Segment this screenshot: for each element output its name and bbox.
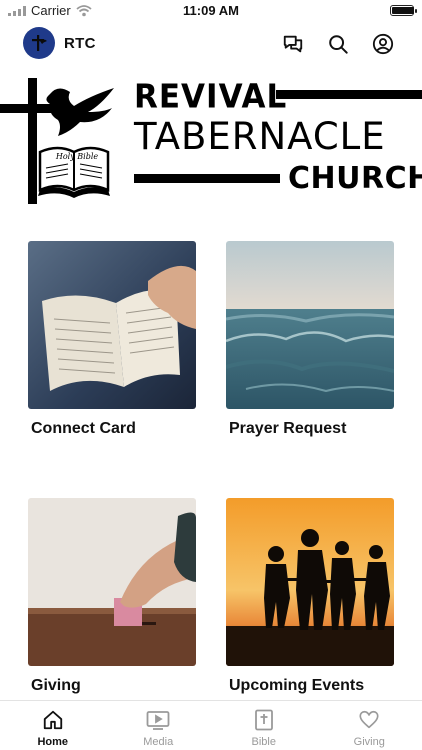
tile-prayer-request[interactable]: Prayer Request	[226, 241, 394, 438]
messages-button[interactable]	[280, 31, 306, 57]
battery-level	[392, 7, 414, 14]
battery-icon	[390, 5, 417, 16]
logo-word-tabernacle: TABERNACLE	[134, 115, 386, 158]
church-logo-banner: Holy Bible REVIVAL TABERNACLE CHURCH	[0, 78, 422, 204]
app-title: RTC	[64, 35, 96, 52]
bottom-tab-bar: Home Media Bible Giving	[0, 700, 422, 750]
chat-icon	[283, 35, 303, 53]
tab-bible[interactable]: Bible	[211, 701, 317, 750]
logo-word-revival: REVIVAL	[134, 78, 288, 116]
app-logo-avatar[interactable]	[23, 27, 55, 59]
search-button[interactable]	[325, 31, 351, 57]
cross-dove-bible-emblem	[0, 78, 114, 204]
tab-label: Media	[143, 736, 174, 748]
tile-label: Connect Card	[31, 420, 136, 437]
tab-home[interactable]: Home	[0, 701, 106, 750]
play-icon	[146, 711, 170, 730]
status-bar: Carrier 11:09 AM	[0, 0, 422, 22]
logo-divider-top	[276, 90, 422, 99]
search-icon	[329, 35, 348, 54]
logo-word-church: CHURCH	[288, 161, 422, 196]
tile-giving[interactable]: Giving	[28, 498, 196, 695]
app-header: RTC	[0, 24, 422, 64]
tile-image-offering-box	[28, 498, 196, 666]
tile-image-sunset-silhouettes	[226, 498, 394, 666]
bible-cover-text: Holy Bible	[55, 152, 99, 161]
cross-dove-icon	[32, 35, 47, 51]
bible-caption: Holy Bible	[55, 152, 99, 161]
tile-label: Upcoming Events	[229, 677, 365, 694]
user-icon	[372, 33, 394, 55]
tile-image-ocean-water	[226, 241, 394, 409]
bible-icon	[254, 709, 273, 731]
tile-upcoming-events[interactable]: Upcoming Events	[226, 498, 394, 695]
tab-label: Bible	[251, 736, 276, 748]
home-icon	[43, 710, 62, 730]
tile-image-open-bible	[28, 241, 196, 409]
tab-label: Home	[37, 736, 69, 748]
tab-giving[interactable]: Giving	[317, 701, 422, 750]
clock: 11:09 AM	[183, 3, 239, 18]
tile-connect-card[interactable]: Connect Card	[28, 241, 196, 438]
tile-label: Prayer Request	[229, 420, 347, 437]
tab-label: Giving	[353, 736, 385, 748]
profile-button[interactable]	[370, 31, 396, 57]
tile-label: Giving	[31, 677, 81, 694]
heart-icon	[359, 710, 379, 729]
tab-media[interactable]: Media	[106, 701, 212, 750]
logo-divider-bottom	[134, 174, 280, 183]
